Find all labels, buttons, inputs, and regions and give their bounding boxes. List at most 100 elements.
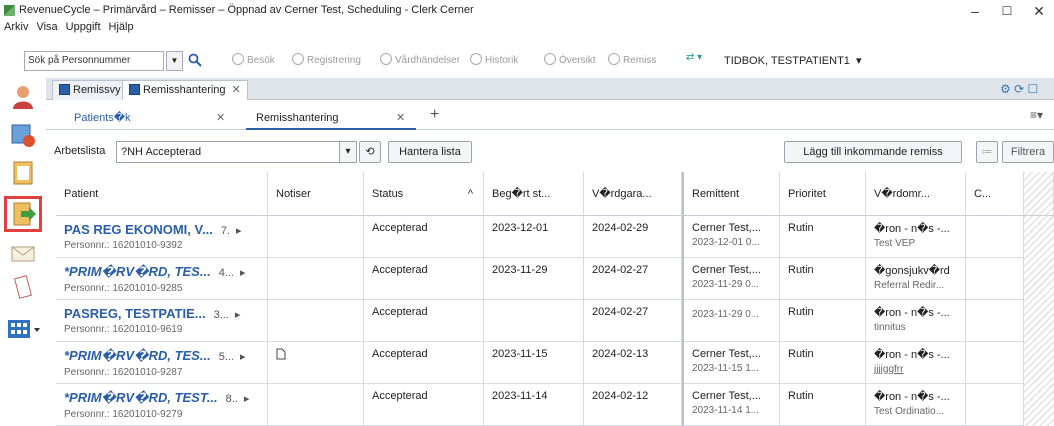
toolbar-remiss[interactable]: Remiss [608, 53, 656, 66]
c-cell [966, 216, 1024, 258]
notes-cell[interactable] [268, 300, 364, 342]
filler-cell [1024, 216, 1054, 258]
care-area-cell: �ron - n�s -... jjjjggfrr [866, 342, 966, 384]
toolbar-vardhandelser[interactable]: Vårdhändelser [380, 53, 460, 66]
table-row[interactable]: *PRIM�RV�RD, TES... 4... ▸ Personnr.: 16201… [56, 258, 1054, 300]
c-cell [966, 258, 1024, 300]
clipboard-icon[interactable] [10, 160, 36, 186]
menu-uppgift[interactable]: Uppgift [66, 21, 101, 33]
refresh-button[interactable]: ⟲ [359, 141, 381, 163]
person-icon[interactable] [10, 84, 36, 110]
table-row[interactable]: *PRIM�RV�RD, TEST... 8.. ▸ Personnr.: 16201… [56, 384, 1054, 426]
toolbar-besok[interactable]: Besök [232, 53, 275, 66]
tab-remisshantering-sub[interactable]: Remisshantering ✕ [246, 108, 416, 130]
history-icon [470, 53, 482, 65]
more-menu-icon[interactable]: ≡▾ [1030, 108, 1043, 122]
prescription-icon[interactable] [10, 274, 36, 300]
toolbar-registrering[interactable]: Registrering [292, 53, 361, 66]
patient-name[interactable]: PAS REG EKONOMI, V... [64, 222, 213, 237]
patient-cell[interactable]: PASREG, TESTPATIE... 3... ▸ Personnr.: 1620… [56, 300, 268, 342]
col-remittent[interactable]: Remittent [682, 172, 780, 216]
overview-icon [544, 53, 556, 65]
sort-asc-icon: ^ [467, 188, 473, 200]
c-cell [966, 300, 1024, 342]
tab-patientsok[interactable]: Patients�k ✕ [74, 108, 234, 130]
col-vardgaranti[interactable]: V�rdgara... [584, 172, 682, 216]
patient-cell[interactable]: *PRIM�RV�RD, TES... 4... ▸ Personnr.: 16201… [56, 258, 268, 300]
col-begart[interactable]: Beg�rt st... [484, 172, 584, 216]
calendar-icon [232, 53, 244, 65]
col-vardomrade[interactable]: V�rdomr... [866, 172, 966, 216]
toolbar-oversikt[interactable]: Översikt [544, 53, 596, 66]
patient-cell[interactable]: *PRIM�RV�RD, TEST... 8.. ▸ Personnr.: 16201… [56, 384, 268, 426]
col-patient[interactable]: Patient [56, 172, 268, 216]
expand-icon[interactable]: ▸ [236, 225, 242, 237]
patient-name[interactable]: *PRIM�RV�RD, TES... [64, 264, 211, 279]
menu-hjalp[interactable]: Hjälp [109, 21, 134, 33]
tab-remisshantering[interactable]: Remisshantering ✕ [122, 80, 248, 100]
referrer-cell: Cerner Test,... 2023-11-14 1... [682, 384, 780, 426]
chevron-down-icon[interactable]: ▾ [339, 141, 357, 163]
notes-cell[interactable] [268, 342, 364, 384]
expand-icon[interactable]: ▸ [235, 309, 241, 321]
referrer-cell: 2023-11-29 0... [682, 300, 780, 342]
patient-selector[interactable]: TIDBOK, TESTPATIENT1 ▾ [724, 54, 862, 67]
patient-cell[interactable]: *PRIM�RV�RD, TES... 5... ▸ Personnr.: 16201… [56, 342, 268, 384]
notes-cell[interactable] [268, 384, 364, 426]
add-tab-icon[interactable]: + [430, 106, 439, 124]
menu-arkiv[interactable]: Arkiv [4, 21, 28, 33]
close-tab-icon[interactable]: ✕ [232, 84, 241, 96]
maximize-button[interactable]: ☐ [992, 2, 1022, 20]
patient-extra: 4... [218, 267, 234, 279]
toolbar-historik[interactable]: Historik [470, 53, 518, 66]
col-status[interactable]: Status ^ [364, 172, 484, 216]
close-tab-icon[interactable]: ✕ [396, 108, 405, 128]
patient-name[interactable]: *PRIM�RV�RD, TEST... [64, 390, 218, 405]
status-cell: Accepterad [364, 300, 484, 342]
priority-cell: Rutin [780, 300, 866, 342]
add-incoming-referral-button[interactable]: Lägg till inkommande remiss [784, 141, 962, 163]
filler-cell [1024, 258, 1054, 300]
expand-icon[interactable]: ▸ [240, 351, 246, 363]
patient-extra: 7. [220, 225, 230, 237]
expand-icon[interactable]: ▸ [244, 393, 250, 405]
refresh-dropdown-icon[interactable]: ⇄ ▾ [686, 52, 702, 63]
settings-icons[interactable]: ⚙ ⟳ ☐ [1000, 82, 1038, 96]
filter-button[interactable]: Filtrera [1002, 141, 1054, 163]
col-notiser[interactable]: Notiser [268, 172, 364, 216]
priority-cell: Rutin [780, 258, 866, 300]
filler-cell [1024, 342, 1054, 384]
search-dropdown-button[interactable]: ▼ [166, 51, 183, 71]
table-row[interactable]: *PRIM�RV�RD, TES... 5... ▸ Personnr.: 16201… [56, 342, 1054, 384]
patient-cell[interactable]: PAS REG EKONOMI, V... 7. ▸ Personnr.: 16201… [56, 216, 268, 258]
notes-cell[interactable] [268, 258, 364, 300]
calendar-clock-icon[interactable] [10, 122, 36, 148]
table-row[interactable]: PAS REG EKONOMI, V... 7. ▸ Personnr.: 16201… [56, 216, 1054, 258]
menu-visa[interactable]: Visa [36, 21, 57, 33]
col-prioritet[interactable]: Prioritet [780, 172, 866, 216]
document-icon[interactable] [276, 348, 286, 360]
personnummer: Personnr.: 16201010-9279 [64, 409, 183, 420]
personnummer: Personnr.: 16201010-9287 [64, 367, 183, 378]
search-icon[interactable] [188, 53, 202, 67]
close-button[interactable]: ✕ [1024, 2, 1054, 20]
table-row[interactable]: PASREG, TESTPATIE... 3... ▸ Personnr.: 1620… [56, 300, 1054, 342]
col-c[interactable]: C... [966, 172, 1024, 216]
minimize-button[interactable]: – [960, 2, 990, 20]
search-input[interactable]: Sök på Personnummer [24, 51, 164, 71]
tab-remissvy[interactable]: Remissvy [52, 80, 128, 100]
list-view-icon[interactable]: ≔ [976, 141, 998, 163]
guarantee-date-cell: 2024-02-13 [584, 342, 682, 384]
worklist-select[interactable]: ?NH Accepterad ▾ [116, 141, 357, 163]
priority-cell: Rutin [780, 384, 866, 426]
requested-date-cell: 2023-11-15 [484, 342, 584, 384]
expand-icon[interactable]: ▸ [240, 267, 246, 279]
patient-name[interactable]: *PRIM�RV�RD, TES... [64, 348, 211, 363]
referral-handling-icon-highlight[interactable] [4, 196, 42, 232]
notes-cell[interactable] [268, 216, 364, 258]
mail-icon[interactable] [10, 240, 36, 266]
close-tab-icon[interactable]: ✕ [216, 108, 225, 128]
patient-name[interactable]: PASREG, TESTPATIE... [64, 306, 206, 321]
building-menu-icon[interactable] [6, 316, 44, 342]
manage-list-button[interactable]: Hantera lista [388, 141, 472, 163]
